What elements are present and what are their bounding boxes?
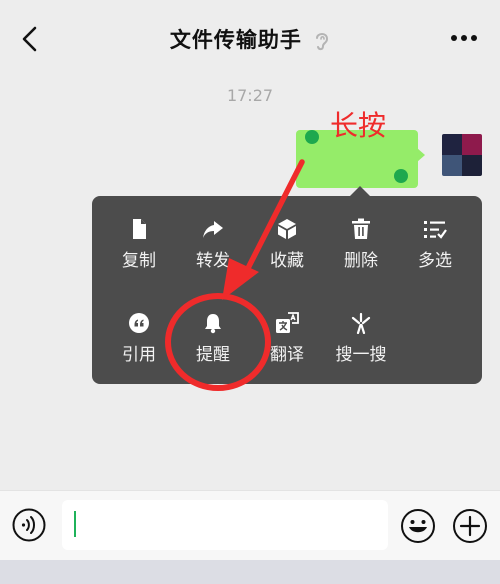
message-timestamp: 17:27 [226, 86, 274, 105]
more-icon[interactable] [450, 30, 478, 46]
message-input[interactable] [62, 500, 388, 550]
menu-item-label: 收藏 [270, 251, 304, 271]
forward-icon [203, 221, 223, 238]
multiselect-icon [424, 221, 447, 239]
ear-mode-icon [316, 33, 329, 51]
menu-item-quote[interactable]: 引用 [103, 312, 175, 365]
search-sparkle-icon [351, 312, 371, 334]
selection-handle-end[interactable] [394, 169, 408, 183]
menu-item-label: 搜一搜 [335, 345, 387, 365]
menu-item-delete[interactable]: 删除 [325, 218, 397, 271]
menu-item-label: 提醒 [196, 345, 230, 365]
menu-item-copy[interactable]: 复制 [103, 218, 175, 271]
annotation-label: 长按 [330, 109, 387, 142]
menu-item-label: 引用 [122, 345, 156, 365]
nav-bar: 文件传输助手 [0, 0, 500, 76]
menu-item-remind[interactable]: 提醒 [177, 312, 249, 365]
text-caret [74, 511, 76, 537]
menu-item-label: 删除 [344, 251, 378, 271]
voice-icon[interactable] [12, 508, 46, 542]
menu-pointer [350, 186, 370, 196]
menu-item-multiselect[interactable]: 多选 [399, 218, 471, 271]
translate-icon [276, 312, 299, 333]
avatar[interactable] [442, 134, 482, 176]
menu-item-label: 复制 [122, 251, 156, 271]
delete-icon [352, 218, 370, 239]
selection-handle-start[interactable] [305, 130, 319, 144]
menu-item-label: 多选 [418, 251, 452, 271]
bubble-tail [417, 148, 425, 162]
copy-icon [133, 219, 146, 239]
favorite-icon [278, 219, 296, 239]
chat-title: 文件传输助手 [169, 28, 302, 52]
home-indicator-area [0, 560, 500, 584]
context-menu: 复制 转发 收藏 删除 多选 引用 提醒 翻译 搜一搜 [92, 196, 482, 384]
menu-item-favorite[interactable]: 收藏 [251, 218, 323, 271]
page-title: 文件传输助手 [0, 24, 500, 54]
menu-item-search[interactable]: 搜一搜 [325, 312, 397, 365]
emoji-icon[interactable] [400, 508, 436, 544]
plus-icon[interactable] [452, 508, 488, 544]
menu-item-translate[interactable]: 翻译 [251, 312, 323, 365]
menu-item-label: 翻译 [270, 345, 304, 365]
bell-icon [205, 314, 221, 334]
quote-icon [129, 313, 149, 333]
menu-item-forward[interactable]: 转发 [177, 218, 249, 271]
menu-item-label: 转发 [196, 251, 230, 271]
